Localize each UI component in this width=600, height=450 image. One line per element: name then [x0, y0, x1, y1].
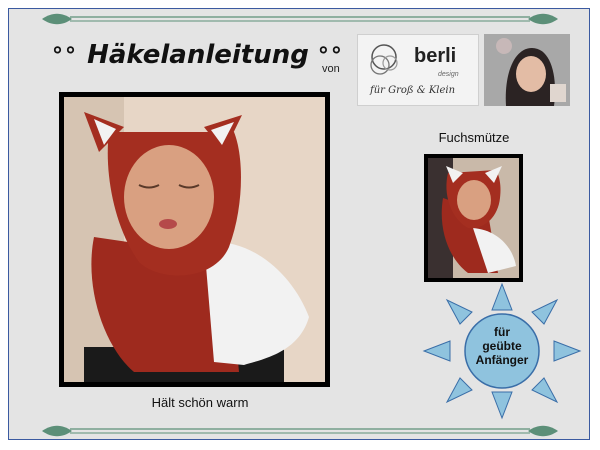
top-ornament-divider — [42, 13, 558, 25]
logo-tagline: für Groß & Klein — [370, 85, 456, 96]
by-label: von — [322, 63, 340, 75]
logo-brand-name: berli — [414, 45, 457, 67]
bottom-ornament-divider — [42, 425, 558, 437]
skill-level-badge: für geübte Anfänger — [475, 325, 529, 367]
main-photo-caption: Hält schön warm — [151, 395, 249, 410]
small-photo-label: Fuchsmütze — [438, 130, 510, 145]
author-avatar — [484, 34, 570, 106]
berli-design-logo: berli design für Groß & Klein — [357, 34, 479, 106]
main-product-photo — [59, 92, 330, 387]
spiral-logo-icon — [370, 44, 398, 75]
logo-design-word: design — [438, 71, 459, 78]
page-title: °° Häkelanleitung °° — [52, 40, 344, 70]
fox-hat-photo — [424, 154, 523, 282]
